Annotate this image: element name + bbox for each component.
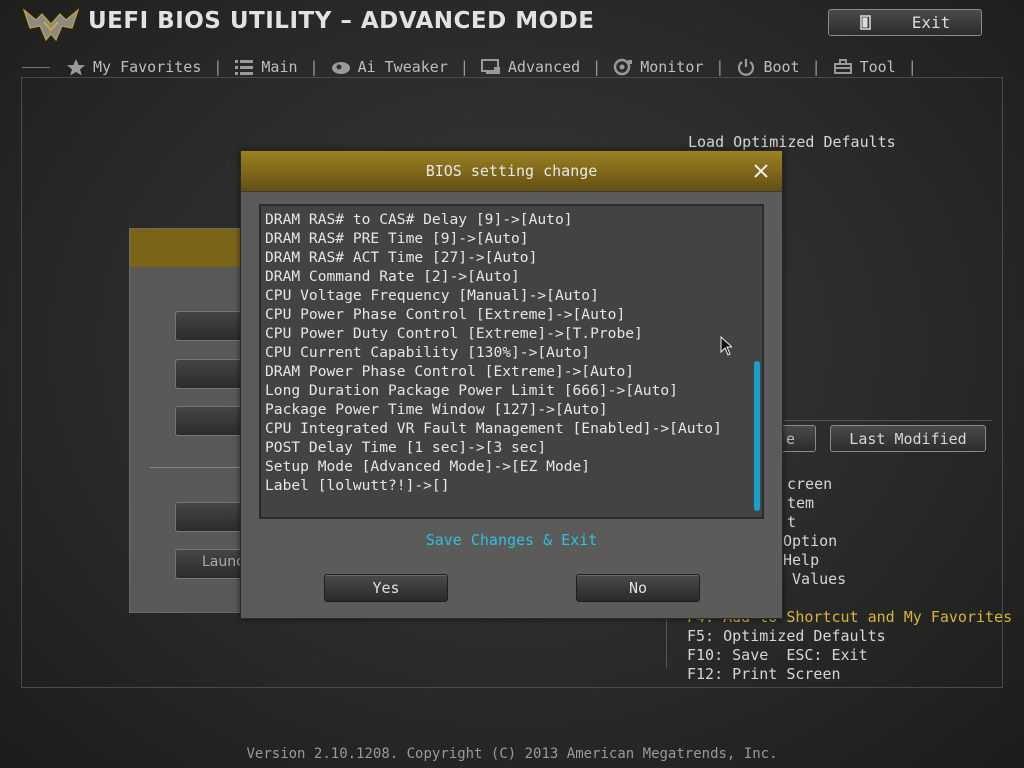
tab-boot[interactable]: Boot [728, 58, 807, 76]
tweaker-icon [331, 62, 350, 74]
star-icon [67, 59, 85, 76]
list-item: CPU Power Duty Control [Extreme]->[T.Pro… [265, 325, 643, 342]
tab-label: Main [261, 58, 298, 76]
load-optimized-defaults[interactable]: Load Optimized Defaults [688, 133, 896, 151]
background-panel-header [130, 229, 248, 267]
nav-separator: | [907, 58, 917, 76]
changes-list[interactable]: DRAM RAS# to CAS# Delay [9]->[Auto] DRAM… [259, 204, 764, 519]
help-line: Option [783, 532, 838, 550]
list-item: DRAM RAS# to CAS# Delay [9]->[Auto] [265, 211, 573, 228]
list-item: Package Power Time Window [127]->[Auto] [265, 401, 608, 418]
help-line: tem [787, 494, 815, 512]
dialog-title: BIOS setting change [425, 162, 598, 180]
bios-setting-change-dialog: BIOS setting change DRAM RAS# to CAS# De… [240, 150, 783, 619]
tab-ai-tweaker[interactable]: Ai Tweaker [323, 58, 456, 76]
yes-button[interactable]: Yes [324, 574, 448, 602]
save-changes-exit-prompt: Save Changes & Exit [425, 531, 598, 549]
list-item: CPU Current Capability [130%]->[Auto] [265, 344, 591, 361]
help-line: t [787, 513, 797, 531]
no-button[interactable]: No [576, 574, 700, 602]
help-line: creen [787, 475, 833, 493]
tool-icon [833, 59, 852, 74]
main-nav: My Favorites | Main | Ai Tweaker | Advan… [22, 56, 1002, 78]
exit-door-icon [859, 15, 871, 30]
mouse-cursor-icon [720, 336, 732, 356]
nav-separator: | [309, 58, 319, 76]
tab-label: My Favorites [93, 58, 202, 76]
help-line-f12: F12: Print Screen [687, 665, 841, 683]
tab-tool[interactable]: Tool [825, 58, 904, 76]
list-item: CPU Integrated VR Fault Management [Enab… [265, 420, 722, 437]
nav-separator: | [811, 58, 821, 76]
dialog-header: BIOS setting change [241, 151, 782, 192]
launch-label: Launc [202, 554, 244, 570]
list-item: Label [lolwutt?!]->[] [265, 477, 450, 494]
exit-label: Exit [911, 13, 951, 32]
nav-separator: | [213, 58, 223, 76]
exit-button[interactable]: Exit [828, 9, 982, 36]
nav-separator: | [459, 58, 469, 76]
tuf-logo-icon [22, 8, 80, 42]
tab-label: Boot [763, 58, 800, 76]
close-button[interactable] [750, 160, 772, 182]
list-item: POST Delay Time [1 sec]->[3 sec] [265, 439, 547, 456]
background-panel: Launc [129, 228, 257, 613]
power-icon [738, 59, 755, 76]
tab-monitor[interactable]: Monitor [605, 58, 711, 76]
tab-label: Monitor [640, 58, 704, 76]
list-item: DRAM RAS# PRE Time [9]->[Auto] [265, 230, 529, 247]
list-item: Setup Mode [Advanced Mode]->[EZ Mode] [265, 458, 591, 475]
monitor-icon [613, 58, 633, 76]
tab-main[interactable]: Main [226, 58, 305, 76]
footer-version: Version 2.10.1208. Copyright (C) 2013 Am… [246, 746, 778, 762]
tab-label: Tool [859, 58, 896, 76]
tab-label: Ai Tweaker [357, 58, 448, 76]
list-item: DRAM Command Rate [2]->[Auto] [265, 268, 520, 285]
advanced-icon [480, 59, 500, 74]
help-line: Values [783, 570, 847, 588]
list-item: CPU Voltage Frequency [Manual]->[Auto] [265, 287, 599, 304]
divider [150, 467, 250, 468]
help-line-f10: F10: Save ESC: Exit [687, 646, 868, 664]
close-icon [754, 164, 768, 178]
scrollbar-thumb[interactable] [754, 361, 760, 511]
nav-separator: | [715, 58, 725, 76]
list-icon [235, 60, 254, 75]
list-item: DRAM Power Phase Control [Extreme]->[Aut… [265, 363, 635, 380]
tab-my-favorites[interactable]: My Favorites [58, 58, 209, 76]
nav-separator: | [592, 58, 602, 76]
tab-advanced[interactable]: Advanced [473, 58, 588, 76]
last-modified-button[interactable]: Last Modified [830, 425, 986, 452]
list-item: Long Duration Package Power Limit [666]-… [265, 382, 678, 399]
help-line-f5: F5: Optimized Defaults [687, 627, 886, 645]
app-title: UEFI BIOS UTILITY – ADVANCED MODE [88, 8, 595, 34]
help-line: Help [783, 551, 820, 569]
list-item: DRAM RAS# ACT Time [27]->[Auto] [265, 249, 538, 266]
list-item: CPU Power Phase Control [Extreme]->[Auto… [265, 306, 626, 323]
nav-lead-line [22, 66, 50, 68]
tab-label: Advanced [507, 58, 581, 76]
